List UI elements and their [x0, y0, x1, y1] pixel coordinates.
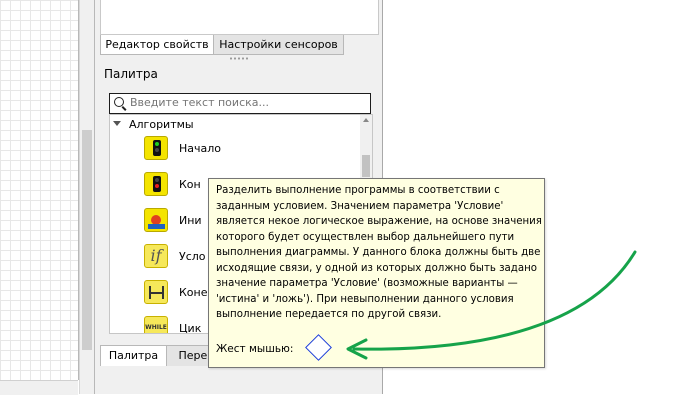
mouse-gesture-label: Жест мышью: — [216, 343, 294, 355]
initialization-icon — [144, 208, 168, 232]
palette-item-label: Цик — [179, 322, 202, 334]
splitter-handle[interactable] — [229, 57, 249, 60]
tab-label: Настройки сенсоров — [219, 38, 338, 51]
palette-item-label: Коне — [179, 286, 208, 299]
search-input[interactable] — [130, 95, 362, 110]
palette-item-label: Начало — [179, 142, 222, 155]
while-loop-icon: WHILE — [144, 316, 168, 333]
diamond-gesture-icon — [305, 334, 332, 361]
annotation-arrow-icon — [346, 250, 637, 360]
tree-scroll-thumb[interactable] — [362, 155, 370, 177]
tree-group-label: Алгоритмы — [129, 118, 194, 131]
chevron-down-icon[interactable] — [113, 121, 121, 126]
tab-label: Редактор свойств — [105, 38, 209, 51]
palette-item-start[interactable]: Начало — [144, 136, 364, 164]
palette-item-label: Кон — [179, 178, 201, 191]
tab-label: Палитра — [108, 349, 159, 362]
palette-item-label: Усло — [179, 250, 206, 263]
traffic-light-red-icon — [144, 172, 168, 196]
palette-title: Палитра — [104, 67, 158, 81]
property-editor-area[interactable] — [100, 0, 379, 35]
tab-sensor-settings[interactable]: Настройки сенсоров — [213, 35, 344, 55]
canvas-vertical-scrollbar[interactable] — [79, 0, 95, 394]
canvas-scroll-thumb[interactable] — [82, 130, 92, 350]
tab-palette[interactable]: Палитра — [100, 345, 167, 366]
palette-search-box[interactable] — [109, 93, 371, 114]
scroll-up-arrow-icon[interactable] — [363, 118, 369, 122]
diagram-canvas[interactable] — [0, 0, 79, 380]
canvas-horizontal-scrollbar[interactable] — [0, 380, 78, 395]
traffic-light-green-icon — [144, 136, 168, 160]
tab-property-editor[interactable]: Редактор свойств — [100, 35, 214, 55]
end-if-icon — [144, 280, 168, 304]
search-icon — [114, 97, 124, 107]
palette-item-label: Ини — [179, 214, 202, 227]
condition-if-icon: if — [144, 244, 168, 268]
